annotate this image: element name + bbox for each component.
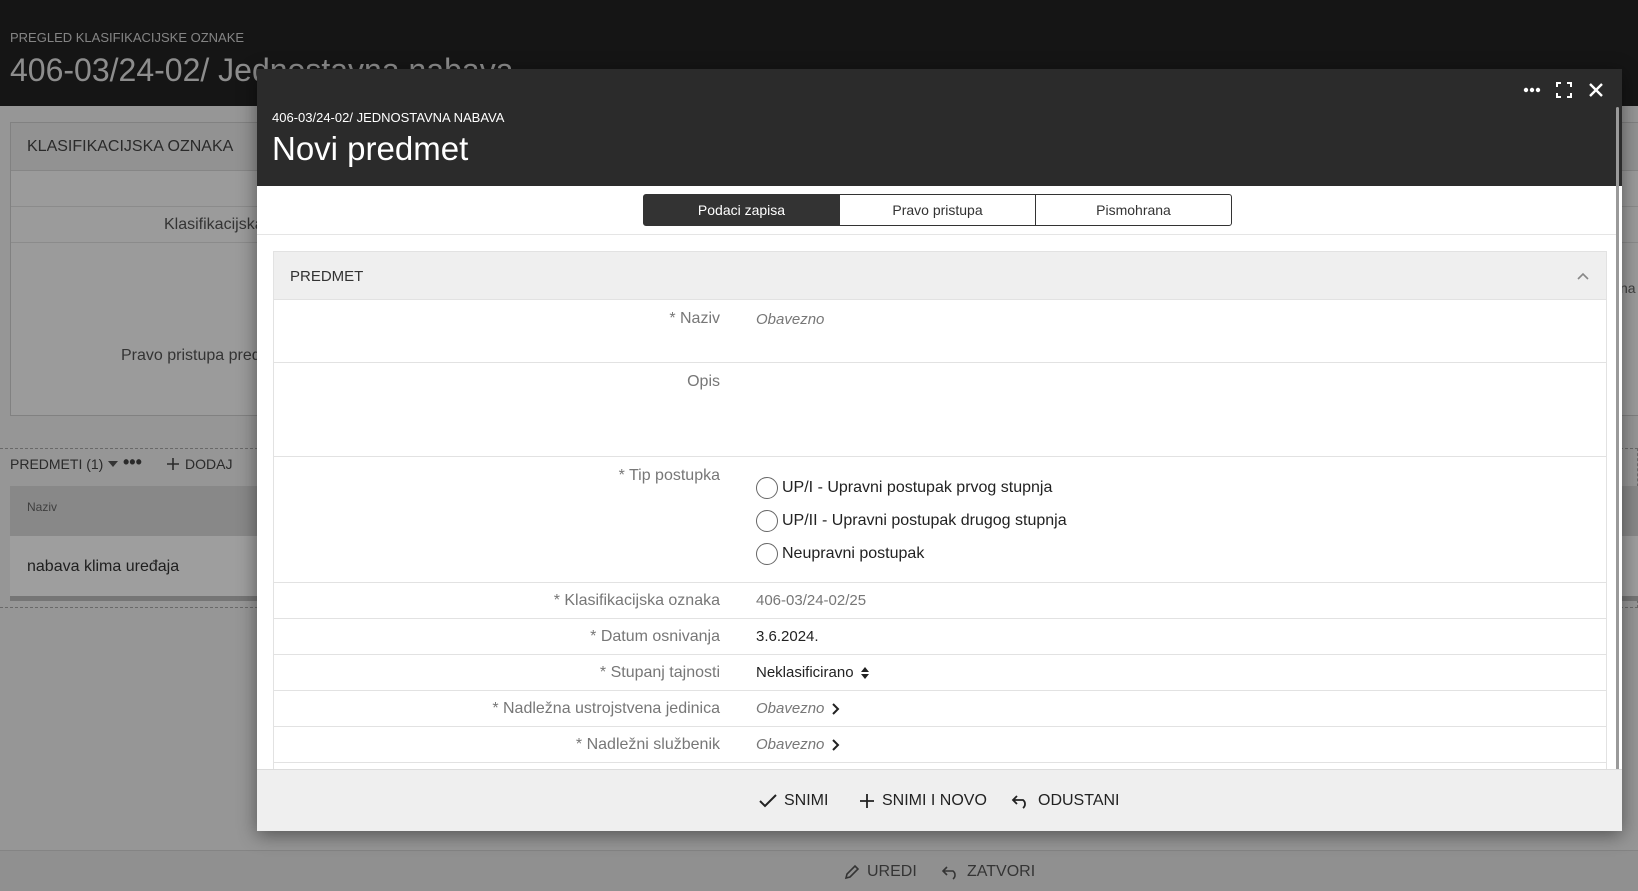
dialog-title: Novi predmet <box>272 130 469 167</box>
datum-label: * Datum osnivanja <box>590 628 720 645</box>
tab-podaci-zapisa[interactable]: Podaci zapisa <box>643 194 840 226</box>
radio-up-ii[interactable]: UP/II - Upravni postupak drugog stupnja <box>756 504 1067 537</box>
radio-neupravni-label: Neupravni postupak <box>782 544 925 562</box>
radio-circle[interactable] <box>756 509 778 532</box>
radio-up-i-label: UP/I - Upravni postupak prvog stupnja <box>782 478 1053 496</box>
sluzbenik-placeholder: Obavezno <box>756 736 825 753</box>
tajnost-select[interactable]: Neklasificirano <box>756 664 870 681</box>
predmet-section: PREDMET * Naziv Obavezno Opis * Tip post… <box>273 251 1607 771</box>
cancel-button-label: ODUSTANI <box>1038 792 1120 809</box>
field-row-sluzbenik: * Nadležni službenik Obavezno <box>274 727 1606 763</box>
save-and-new-button-label: SNIMI I NOVO <box>882 792 987 809</box>
radio-neupravni[interactable]: Neupravni postupak <box>756 537 1067 570</box>
dialog-more-icon[interactable] <box>1521 79 1543 101</box>
tip-postupka-label: * Tip postupka <box>618 467 720 484</box>
datum-input[interactable]: 3.6.2024. <box>756 628 819 645</box>
dialog-kicker: 406-03/24-02/ JEDNOSTAVNA NABAVA <box>272 110 505 125</box>
radio-circle[interactable] <box>756 542 778 565</box>
dialog-footer: SNIMI SNIMI I NOVO ODUSTANI <box>257 769 1622 831</box>
field-row-opis: Opis <box>274 363 1606 457</box>
radio-up-i[interactable]: UP/I - Upravni postupak prvog stupnja <box>756 471 1067 504</box>
chevron-right-icon <box>832 738 840 751</box>
section-title: PREDMET <box>290 268 364 285</box>
cancel-button[interactable]: ODUSTANI <box>1011 792 1119 810</box>
klasifikacija-label: * Klasifikacijska oznaka <box>553 592 720 609</box>
sluzbenik-picker[interactable]: Obavezno <box>756 736 840 753</box>
tajnost-label: * Stupanj tajnosti <box>599 664 720 681</box>
plus-icon <box>860 794 874 808</box>
dialog-header: 406-03/24-02/ JEDNOSTAVNA NABAVA Novi pr… <box>257 69 1622 186</box>
check-icon <box>759 794 777 808</box>
field-row-klasifikacija: * Klasifikacijska oznaka 406-03/24-02/25 <box>274 583 1606 619</box>
chevron-right-icon <box>832 702 840 715</box>
field-row-jedinica: * Nadležna ustrojstvena jedinica Obavezn… <box>274 691 1606 727</box>
field-row-tip-postupka: * Tip postupka UP/I - Upravni postupak p… <box>274 457 1606 583</box>
tab-pravo-pristupa[interactable]: Pravo pristupa <box>839 194 1036 226</box>
opis-textarea[interactable] <box>756 371 1556 441</box>
tabs-divider <box>257 234 1617 235</box>
save-button-label: SNIMI <box>784 792 829 809</box>
jedinica-label: * Nadležna ustrojstvena jedinica <box>492 700 720 717</box>
new-subject-dialog: 406-03/24-02/ JEDNOSTAVNA NABAVA Novi pr… <box>257 69 1622 831</box>
fullscreen-icon[interactable] <box>1553 79 1575 101</box>
radio-circle[interactable] <box>756 476 778 499</box>
jedinica-picker[interactable]: Obavezno <box>756 700 840 717</box>
field-row-tajnost: * Stupanj tajnosti Neklasificirano <box>274 655 1606 691</box>
chevron-up-icon[interactable] <box>1576 269 1590 283</box>
dialog-tabs: Podaci zapisa Pravo pristupa Pismohrana <box>643 194 1232 226</box>
close-icon[interactable] <box>1585 79 1607 101</box>
undo-icon <box>1011 795 1026 809</box>
naziv-input[interactable]: Obavezno <box>756 311 824 328</box>
naziv-label: * Naziv <box>669 310 720 327</box>
jedinica-placeholder: Obavezno <box>756 700 825 717</box>
predmet-section-header[interactable]: PREDMET <box>274 252 1606 300</box>
radio-up-ii-label: UP/II - Upravni postupak drugog stupnja <box>782 511 1067 529</box>
opis-label: Opis <box>687 373 720 390</box>
tip-postupka-radio-group: UP/I - Upravni postupak prvog stupnja UP… <box>756 471 1067 570</box>
sort-icon <box>860 666 869 679</box>
save-and-new-button[interactable]: SNIMI I NOVO <box>859 792 987 810</box>
save-button[interactable]: SNIMI <box>759 792 828 810</box>
field-row-naziv: * Naziv Obavezno <box>274 300 1606 363</box>
klasifikacija-value: 406-03/24-02/25 <box>756 592 867 609</box>
tajnost-select-value: Neklasificirano <box>756 664 854 681</box>
field-row-datum: * Datum osnivanja 3.6.2024. <box>274 619 1606 655</box>
sluzbenik-label: * Nadležni službenik <box>575 736 720 753</box>
dialog-scrollbar[interactable] <box>1616 107 1619 807</box>
tab-pismohrana[interactable]: Pismohrana <box>1035 194 1232 226</box>
